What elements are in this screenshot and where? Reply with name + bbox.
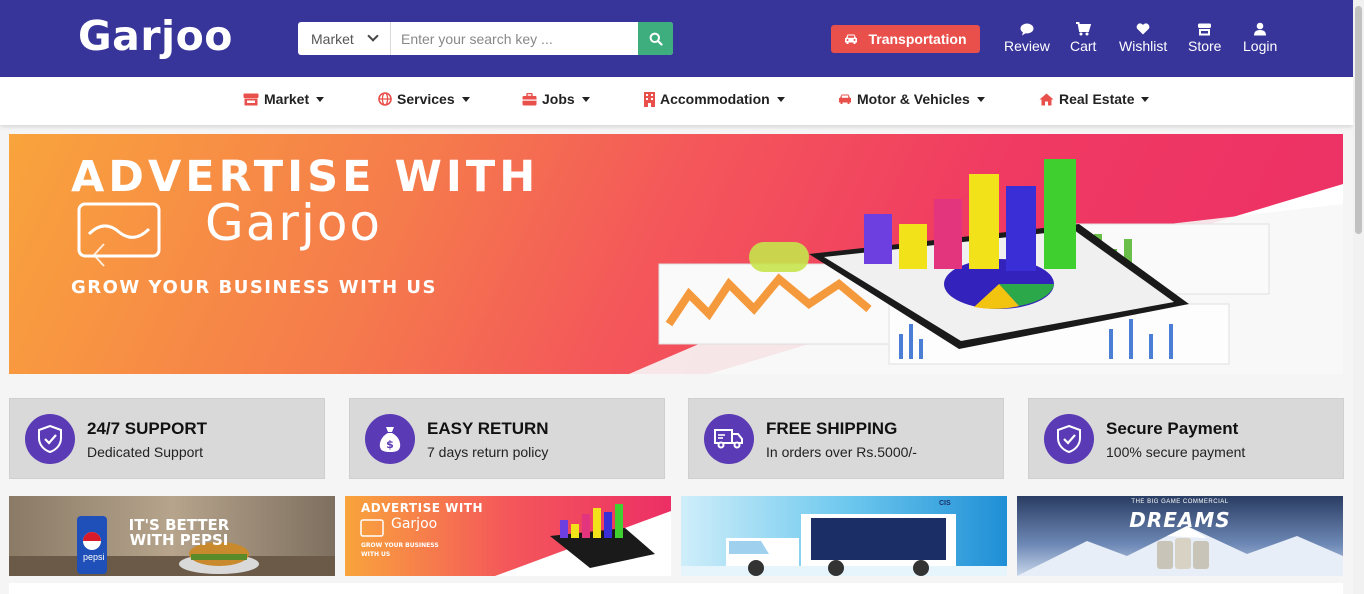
- feature-secure-payment: Secure Payment 100% secure payment: [1028, 398, 1344, 479]
- search-category-select[interactable]: Market: [298, 22, 391, 55]
- hero-brand: Garjoo: [205, 194, 383, 252]
- promo-dreams-kicker: THE BIG GAME COMMERCIAL: [1131, 499, 1229, 505]
- caret-down-icon: [1141, 96, 1150, 102]
- money-bag-icon: $: [365, 414, 415, 464]
- category-motor-vehicles[interactable]: Motor & Vehicles: [838, 91, 985, 107]
- nav-cart[interactable]: Cart: [1070, 20, 1096, 54]
- home-icon: [1039, 93, 1054, 105]
- nav-login-label: Login: [1243, 38, 1278, 54]
- promo-advertise-brand: Garjoo: [391, 516, 438, 532]
- site-logo[interactable]: Garjoo: [78, 12, 233, 60]
- feature-subtitle: Dedicated Support: [87, 444, 203, 460]
- comment-icon: [1020, 20, 1034, 38]
- category-jobs-label: Jobs: [542, 91, 575, 107]
- transportation-button[interactable]: Transportation: [831, 25, 980, 53]
- store-icon: [243, 93, 259, 105]
- promo-dreams-text: DREAMS: [1129, 508, 1231, 532]
- promo-banner-pepsi[interactable]: IT'S BETTER WITH PEPSI pepsi: [9, 496, 335, 576]
- caret-down-icon: [316, 96, 325, 102]
- nav-wishlist[interactable]: Wishlist: [1119, 20, 1167, 54]
- search-category-value: Market: [311, 30, 354, 47]
- category-services[interactable]: Services: [378, 91, 470, 107]
- nav-store-label: Store: [1188, 38, 1222, 54]
- truck-icon: [704, 414, 754, 464]
- chevron-left-icon[interactable]: [91, 242, 107, 268]
- nav-cart-label: Cart: [1070, 38, 1097, 54]
- transportation-label: Transportation: [868, 31, 967, 47]
- briefcase-icon: [522, 92, 537, 105]
- shield-check-icon: [1044, 414, 1094, 464]
- top-header: Garjoo Market Transportation Review Cart…: [0, 0, 1353, 77]
- feature-title: Secure Payment: [1106, 419, 1239, 438]
- category-market[interactable]: Market: [243, 91, 325, 107]
- shield-check-icon: [25, 414, 75, 464]
- feature-title: FREE SHIPPING: [766, 419, 898, 438]
- hero-banner[interactable]: ADVERTISE WITH Garjoo GROW YOUR BUSINESS…: [9, 134, 1343, 374]
- content-section-top: [9, 583, 1343, 594]
- feature-subtitle: 100% secure payment: [1106, 444, 1246, 460]
- category-services-label: Services: [397, 91, 455, 107]
- category-accommodation-label: Accommodation: [660, 91, 770, 107]
- nav-wishlist-label: Wishlist: [1119, 38, 1168, 54]
- category-nav: Market Services Jobs Accommodation Motor…: [0, 77, 1353, 125]
- store-icon: [1197, 20, 1212, 38]
- category-real-estate[interactable]: Real Estate: [1039, 91, 1150, 107]
- promo-advertise-title: ADVERTISE WITH: [361, 501, 484, 515]
- category-motor-vehicles-label: Motor & Vehicles: [857, 91, 970, 107]
- category-real-estate-label: Real Estate: [1059, 91, 1135, 107]
- promo-cis-artwork: [681, 496, 1007, 576]
- car-icon: [839, 94, 851, 104]
- nav-review-label: Review: [1004, 38, 1050, 54]
- user-icon: [1254, 20, 1267, 38]
- feature-title: 24/7 SUPPORT: [87, 419, 207, 438]
- promo-pepsi-text: IT'S BETTER WITH PEPSI: [128, 516, 230, 549]
- nav-login[interactable]: Login: [1243, 20, 1277, 54]
- feature-subtitle: 7 days return policy: [427, 444, 549, 460]
- feature-subtitle: In orders over Rs.5000/-: [766, 444, 917, 460]
- search-button[interactable]: [638, 22, 673, 55]
- search-bar: Market: [298, 22, 673, 55]
- promo-banner-dreams[interactable]: THE BIG GAME COMMERCIAL DREAMS: [1017, 496, 1343, 576]
- caret-down-icon: [976, 96, 985, 102]
- caret-down-icon: [461, 96, 470, 102]
- feature-title: EASY RETURN: [427, 419, 549, 438]
- heart-icon: [1136, 20, 1150, 38]
- svg-text:$: $: [386, 438, 394, 451]
- promo-banner-cis[interactable]: CIS: [681, 496, 1007, 576]
- category-accommodation[interactable]: Accommodation: [644, 91, 785, 107]
- promo-advertise-tagline: GROW YOUR BUSINESS WITH US: [361, 542, 439, 558]
- promo-banner-advertise[interactable]: ADVERTISE WITH Garjoo GROW YOUR BUSINESS…: [345, 496, 671, 576]
- feature-support: 24/7 SUPPORT Dedicated Support: [9, 398, 325, 479]
- caret-down-icon: [776, 96, 785, 102]
- chevron-down-icon: [367, 30, 379, 42]
- car-icon: [845, 34, 858, 44]
- caret-down-icon: [581, 96, 590, 102]
- scrollbar-thumb[interactable]: [1355, 6, 1362, 234]
- category-jobs[interactable]: Jobs: [522, 91, 590, 107]
- cart-icon: [1075, 20, 1092, 38]
- nav-store[interactable]: Store: [1188, 20, 1221, 54]
- globe-icon: [378, 92, 392, 106]
- search-icon: [649, 32, 663, 46]
- feature-shipping: FREE SHIPPING In orders over Rs.5000/-: [688, 398, 1004, 479]
- category-market-label: Market: [264, 91, 310, 107]
- feature-return: $ EASY RETURN 7 days return policy: [349, 398, 665, 479]
- hero-tagline: GROW YOUR BUSINESS WITH US: [71, 277, 437, 298]
- nav-review[interactable]: Review: [1004, 20, 1050, 54]
- search-input[interactable]: [391, 22, 638, 55]
- page-scrollbar[interactable]: [1353, 0, 1364, 594]
- promo-pepsi-brand: pepsi: [83, 552, 105, 562]
- promo-cis-brand: CIS: [939, 500, 951, 507]
- building-icon: [644, 91, 655, 107]
